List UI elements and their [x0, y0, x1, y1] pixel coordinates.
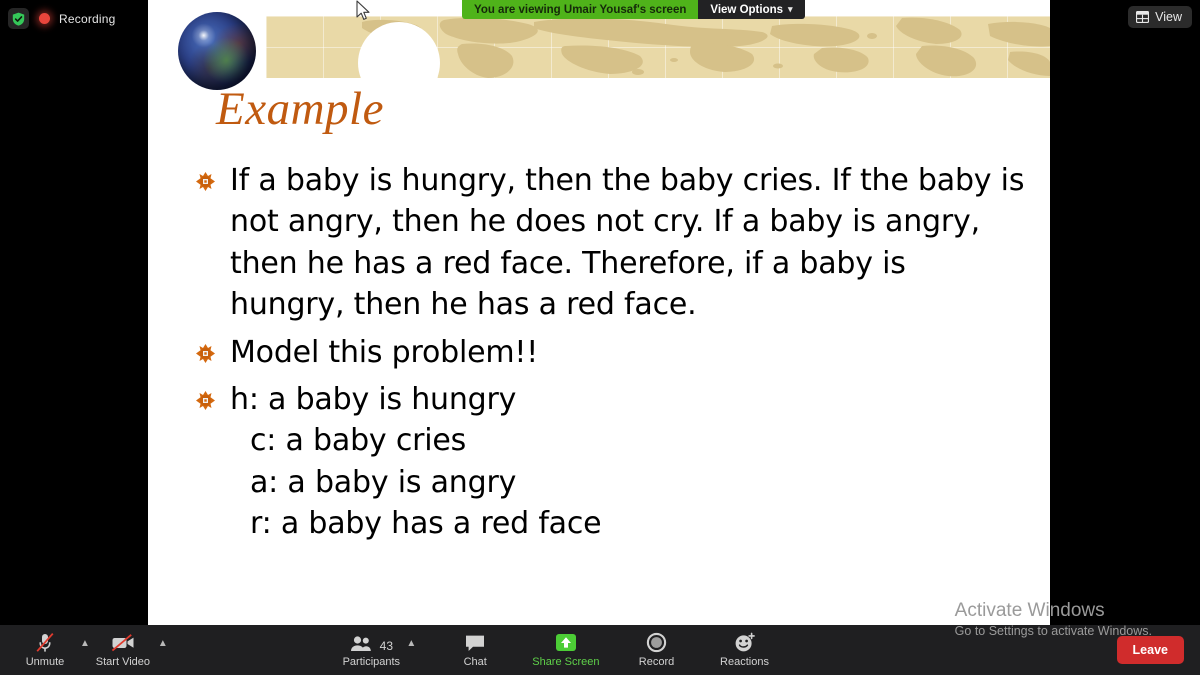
share-screen-button[interactable]: Share Screen	[532, 625, 600, 675]
leave-button[interactable]: Leave	[1116, 636, 1184, 664]
view-options-label: View Options	[710, 3, 784, 16]
slide-body: If a baby is hungry, then the baby cries…	[196, 160, 1026, 545]
video-options-chevron-up-icon[interactable]: ▲	[158, 638, 168, 649]
bullet-item: h: a baby is hungry	[196, 379, 1026, 420]
chat-label: Chat	[463, 656, 487, 668]
unmute-label: Unmute	[25, 656, 65, 668]
participants-label: Participants	[342, 656, 401, 668]
share-screen-label: Share Screen	[532, 656, 600, 668]
participants-count: 43	[379, 639, 393, 653]
orange-target-bullet-icon	[196, 160, 230, 191]
share-screen-up-arrow-icon	[553, 632, 579, 653]
bullet-text: If a baby is hungry, then the baby cries…	[230, 163, 1025, 323]
chat-button[interactable]: Chat	[444, 625, 506, 675]
bullet-item: If a baby is hungry, then the baby cries…	[196, 160, 1026, 326]
view-button-label: View	[1155, 10, 1182, 24]
video-camera-off-icon	[110, 632, 136, 653]
record-button[interactable]: Record	[626, 625, 688, 675]
meeting-toolbar: Unmute ▲ Start Video ▲ 43 Participants ▲…	[0, 625, 1200, 675]
participants-button[interactable]: 43 Participants	[340, 625, 402, 675]
grid-layout-icon	[1136, 10, 1150, 24]
microphone-muted-icon	[34, 632, 56, 653]
orange-target-bullet-icon	[196, 379, 230, 410]
arrow-pointer-cursor	[356, 0, 371, 27]
view-button[interactable]: View	[1128, 6, 1192, 28]
recording-dot-icon	[37, 12, 51, 26]
record-label: Record	[638, 656, 675, 668]
orange-target-bullet-icon	[196, 332, 230, 363]
participants-icon: 43	[350, 632, 393, 653]
chevron-down-icon: ▾	[788, 4, 793, 14]
screen-share-banner: You are viewing Umair Yousaf's screen Vi…	[462, 0, 805, 19]
reactions-button[interactable]: Reactions	[714, 625, 776, 675]
bullet-text: h: a baby is hungry	[230, 381, 517, 417]
globe-image	[178, 12, 256, 90]
viewing-screen-message: You are viewing Umair Yousaf's screen	[462, 0, 699, 19]
reactions-smiley-icon	[734, 632, 756, 653]
recording-status: Recording	[8, 8, 116, 29]
slide-title: Example	[216, 83, 384, 135]
sub-line: a: a baby is angry	[250, 464, 517, 500]
record-circle-icon	[646, 632, 667, 653]
view-options-button[interactable]: View Options ▾	[698, 0, 805, 19]
zoom-meeting-window: Recording View Example If a baby is hung…	[0, 0, 1200, 675]
start-video-label: Start Video	[95, 656, 151, 668]
unmute-button[interactable]: Unmute	[14, 625, 76, 675]
chat-bubble-icon	[464, 632, 486, 653]
shield-check-icon[interactable]	[8, 8, 29, 29]
shared-screen-slide: Example If a baby is hungry, then the ba…	[148, 0, 1050, 625]
audio-options-chevron-up-icon[interactable]: ▲	[80, 638, 90, 649]
start-video-button[interactable]: Start Video	[92, 625, 154, 675]
bullet-text: Model this problem!!	[230, 334, 539, 370]
sub-line: r: a baby has a red face	[250, 506, 602, 542]
recording-label: Recording	[59, 11, 116, 26]
world-map-banner	[266, 16, 1050, 78]
participants-chevron-up-icon[interactable]: ▲	[406, 638, 416, 649]
reactions-label: Reactions	[720, 656, 769, 668]
sub-line: c: a baby cries	[250, 423, 467, 459]
bullet-item: Model this problem!!	[196, 332, 1026, 373]
